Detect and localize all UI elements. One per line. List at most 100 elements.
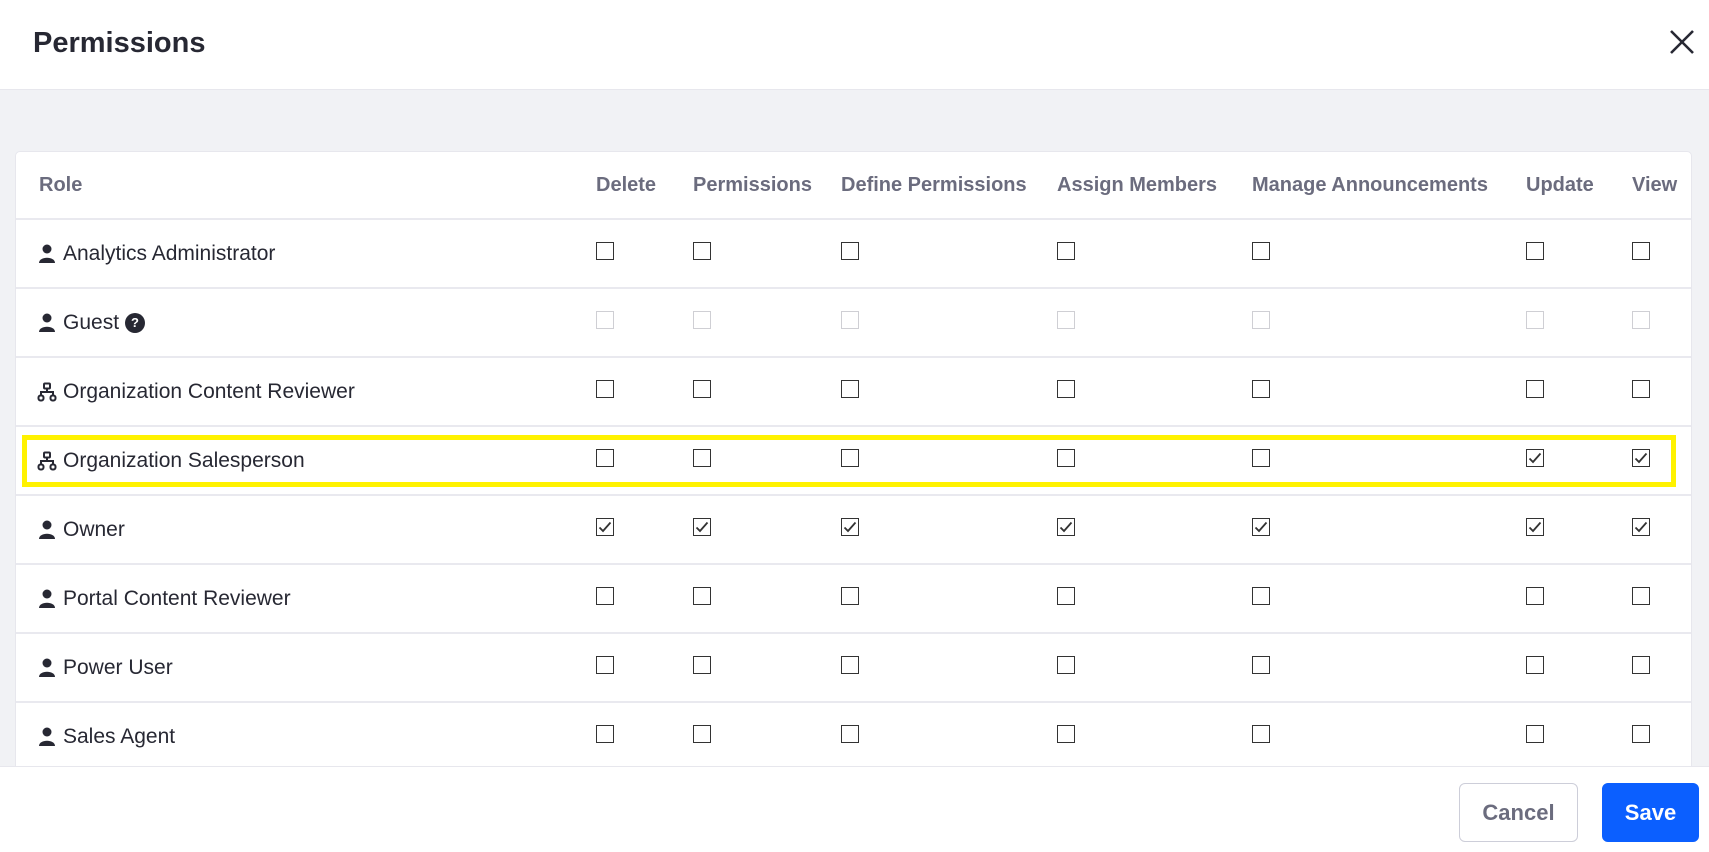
user-icon [37,244,57,264]
checkbox-manage-announcements[interactable] [1252,449,1270,467]
modal-title: Permissions [33,27,206,59]
checkbox-view[interactable] [1632,242,1650,260]
role-name: Power User [63,655,173,679]
checkbox-update[interactable] [1526,449,1544,467]
column-header-assign-members: Assign Members [1057,173,1218,196]
permissions-table: Role Delete Permissions Define Permissions A… [15,151,1692,766]
check-icon [1634,521,1648,533]
checkbox-permissions[interactable] [693,587,711,605]
checkbox-assign-members[interactable] [1057,380,1075,398]
table-row: Analytics Administrator [16,220,1691,289]
checkbox-assign-members[interactable] [1057,656,1075,674]
checkbox-delete[interactable] [596,380,614,398]
checkbox-view [1632,311,1650,329]
column-header-update: Update [1526,173,1594,196]
checkbox-define-permissions [841,311,859,329]
column-header-delete: Delete [596,173,657,196]
checkbox-assign-members[interactable] [1057,242,1075,260]
role-name: Organization Salesperson [63,448,305,472]
table-header: Role Delete Permissions Define Permissions A… [16,152,1691,220]
checkbox-view[interactable] [1632,725,1650,743]
close-button[interactable] [1664,24,1700,60]
role-name: Owner [63,517,125,541]
checkbox-manage-announcements[interactable] [1252,656,1270,674]
checkbox-delete[interactable] [596,587,614,605]
checkbox-permissions [693,311,711,329]
user-icon [37,727,57,747]
checkbox-delete [596,311,614,329]
checkbox-update[interactable] [1526,725,1544,743]
checkbox-manage-announcements[interactable] [1252,587,1270,605]
checkbox-define-permissions[interactable] [841,518,859,536]
checkbox-view[interactable] [1632,587,1650,605]
close-icon [1670,30,1694,54]
role-name: Guest [63,310,120,334]
column-header-permissions: Permissions [693,173,812,196]
table-row: Guest? [16,289,1691,358]
column-header-view: View [1632,173,1678,196]
checkbox-define-permissions[interactable] [841,380,859,398]
modal-footer: Cancel Save [0,766,1709,852]
checkbox-delete[interactable] [596,449,614,467]
checkbox-assign-members[interactable] [1057,449,1075,467]
checkbox-manage-announcements[interactable] [1252,242,1270,260]
checkbox-define-permissions[interactable] [841,242,859,260]
save-button[interactable]: Save [1602,783,1699,842]
checkbox-permissions[interactable] [693,656,711,674]
organization-icon [37,382,57,402]
checkbox-manage-announcements[interactable] [1252,518,1270,536]
checkbox-assign-members[interactable] [1057,518,1075,536]
checkbox-delete[interactable] [596,656,614,674]
checkbox-view[interactable] [1632,656,1650,674]
checkbox-update[interactable] [1526,380,1544,398]
checkbox-permissions[interactable] [693,242,711,260]
checkbox-manage-announcements[interactable] [1252,725,1270,743]
checkbox-view[interactable] [1632,518,1650,536]
checkbox-delete[interactable] [596,725,614,743]
check-icon [1528,521,1542,533]
table-row: Organization Content Reviewer [16,358,1691,427]
checkbox-permissions[interactable] [693,380,711,398]
checkbox-manage-announcements[interactable] [1252,380,1270,398]
role-name: Analytics Administrator [63,241,276,265]
table-row: Power User [16,634,1691,703]
role-name: Sales Agent [63,724,176,748]
checkbox-view[interactable] [1632,380,1650,398]
checkbox-view[interactable] [1632,449,1650,467]
checkbox-permissions[interactable] [693,725,711,743]
checkbox-update[interactable] [1526,518,1544,536]
user-icon [37,313,57,333]
check-icon [1528,452,1542,464]
checkbox-update[interactable] [1526,587,1544,605]
modal-header: Permissions [0,0,1709,90]
user-icon [37,589,57,609]
checkbox-delete[interactable] [596,242,614,260]
check-icon [1254,521,1268,533]
table-row: Owner [16,496,1691,565]
help-icon[interactable]: ? [125,312,146,333]
checkbox-assign-members [1057,311,1075,329]
checkbox-define-permissions[interactable] [841,656,859,674]
organization-icon [37,451,57,471]
table-row: Portal Content Reviewer [16,565,1691,634]
table-row: Organization Salesperson [16,427,1691,496]
checkbox-assign-members[interactable] [1057,725,1075,743]
user-icon [37,520,57,540]
checkbox-define-permissions[interactable] [841,449,859,467]
role-name: Portal Content Reviewer [63,586,291,610]
checkbox-update[interactable] [1526,656,1544,674]
checkbox-permissions[interactable] [693,518,711,536]
checkbox-update[interactable] [1526,242,1544,260]
column-header-role: Role [39,173,83,196]
checkbox-define-permissions[interactable] [841,725,859,743]
checkbox-permissions[interactable] [693,449,711,467]
checkbox-delete[interactable] [596,518,614,536]
check-icon [1634,452,1648,464]
column-header-define-permissions: Define Permissions [841,173,1027,196]
checkbox-define-permissions[interactable] [841,587,859,605]
user-icon [37,658,57,678]
check-icon [843,521,857,533]
cancel-button[interactable]: Cancel [1459,783,1578,842]
checkbox-assign-members[interactable] [1057,587,1075,605]
role-name: Organization Content Reviewer [63,379,355,403]
